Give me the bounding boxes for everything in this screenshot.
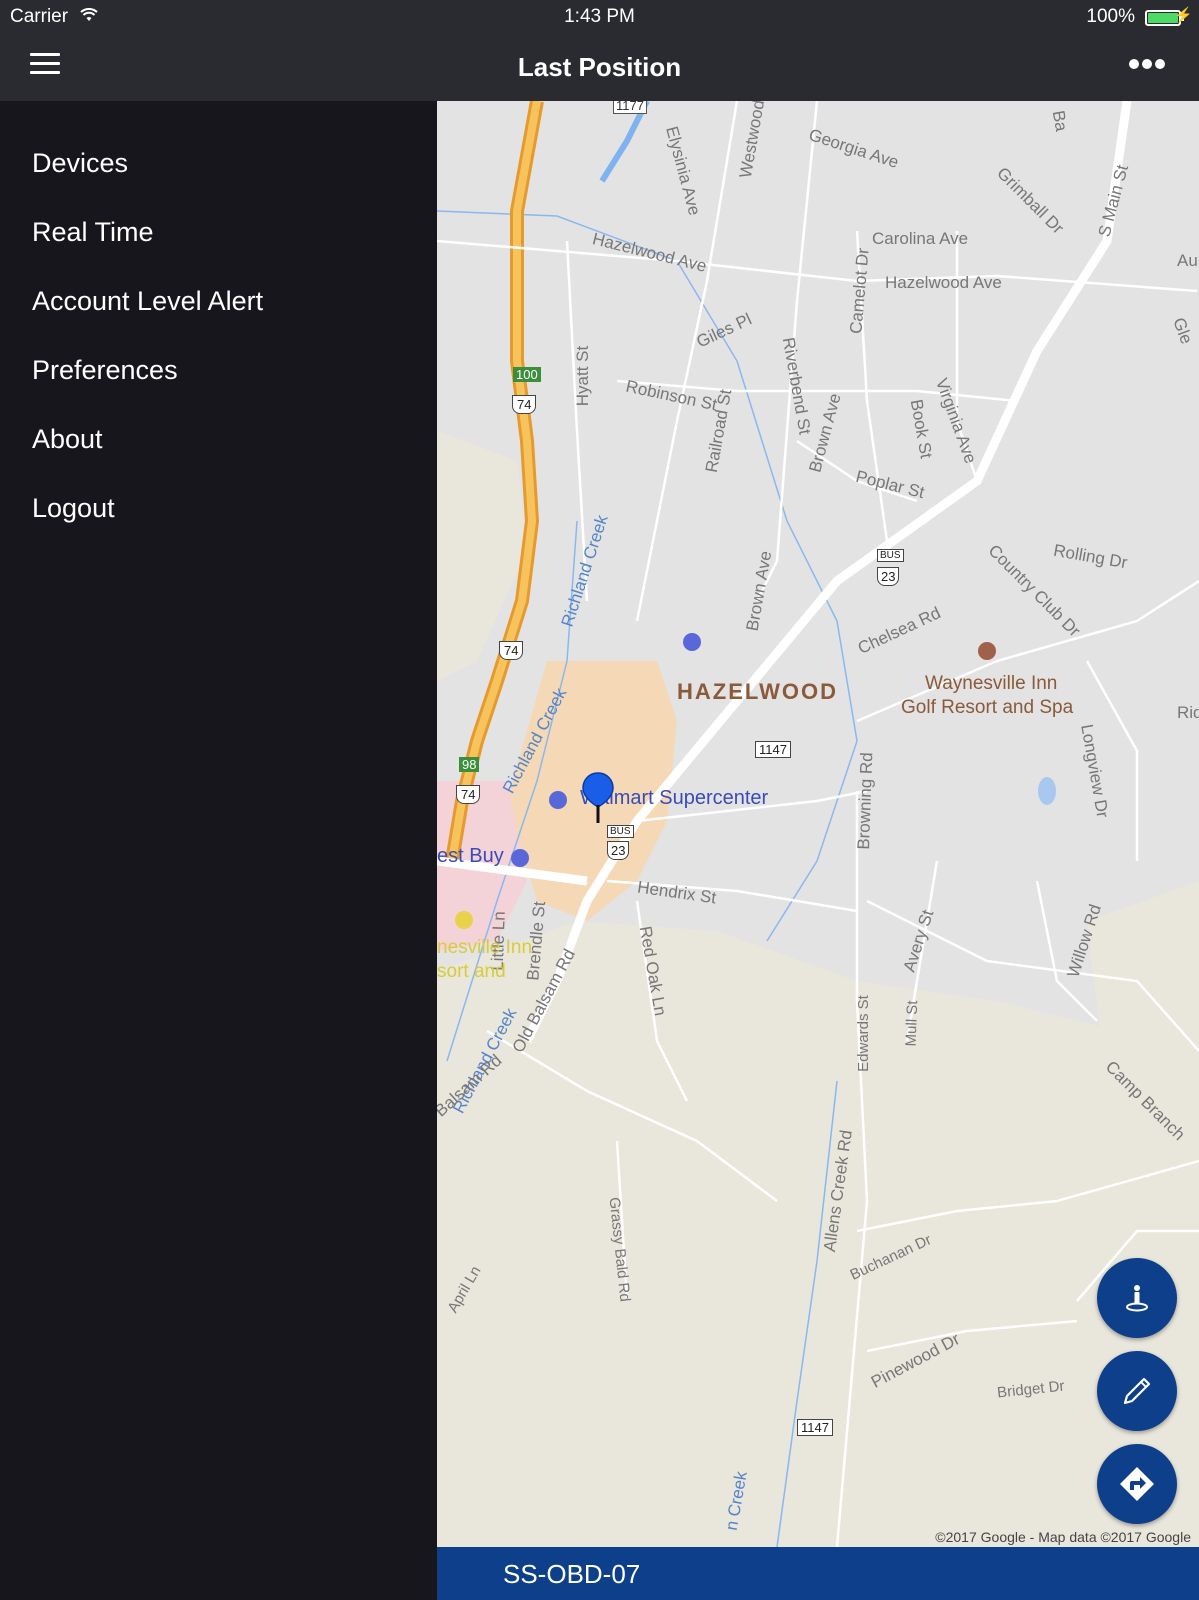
battery-percent: 100% (1086, 6, 1135, 27)
location-pin-icon[interactable] (581, 771, 615, 825)
drawer-menu: Devices Real Time Account Level Alert Pr… (0, 131, 437, 545)
inn-name-line1[interactable]: Waynesville Inn (925, 673, 1057, 695)
route-shield: 74 (512, 395, 537, 414)
resort-name-line2: sort and (437, 961, 506, 982)
street-view-button[interactable] (1097, 1258, 1177, 1338)
charging-icon: ⚡ (1174, 7, 1193, 24)
route-shield: 74 (456, 785, 481, 804)
street-label: Mull St (902, 1000, 922, 1047)
hotel-icon[interactable] (978, 642, 996, 660)
page-title: Last Position (517, 52, 682, 82)
place-hazelwood: HAZELWOOD (677, 679, 838, 704)
shopping-cart-icon[interactable] (683, 633, 701, 651)
street-label: Hyatt St (573, 345, 593, 407)
drawer-item-logout[interactable]: Logout (0, 476, 437, 545)
route-shield: BUS (607, 825, 634, 838)
street-label: Rid (1177, 703, 1199, 722)
map-view[interactable]: Georgia Ave Carolina Ave Hazelwood Ave H… (437, 101, 1199, 1547)
pencil-icon (1123, 1377, 1151, 1405)
street-label: Browning Rd (853, 752, 877, 850)
route-shield: 23 (607, 841, 630, 860)
route-shield: 74 (499, 641, 524, 660)
street-label: Ba (1048, 109, 1072, 133)
edit-button[interactable] (1097, 1351, 1177, 1431)
device-bar[interactable]: SS-OBD-07 (437, 1547, 1199, 1600)
drawer-item-real-time[interactable]: Real Time (0, 200, 437, 269)
device-name: SS-OBD-07 (503, 1559, 641, 1589)
shopping-bag-icon[interactable] (549, 791, 567, 809)
route-shield: BUS (877, 549, 904, 562)
route-shield: 1147 (755, 741, 791, 758)
route-shield: 1147 (797, 1419, 833, 1436)
street-label: Edwards St (854, 995, 872, 1072)
route-shield: 1177 (613, 101, 647, 114)
drawer-item-about[interactable]: About (0, 407, 437, 476)
status-bar: Carrier 1:43 PM 100% ⚡ (0, 0, 1199, 34)
street-label: Au (1177, 251, 1198, 270)
person-pin-icon (1126, 1285, 1148, 1312)
route-shield: 98 (459, 757, 480, 772)
drawer-item-account-level-alert[interactable]: Account Level Alert (0, 269, 437, 338)
lodging-icon[interactable] (455, 911, 473, 929)
map-graphics (437, 101, 1199, 1547)
resort-name-line1: nesville Inn (437, 937, 533, 958)
directions-button[interactable] (1097, 1444, 1177, 1524)
map-copyright: ©2017 Google - Map data ©2017 Google (935, 1529, 1191, 1545)
route-shield: 23 (877, 567, 900, 586)
directions-icon (1120, 1467, 1154, 1501)
side-drawer: Devices Real Time Account Level Alert Pr… (0, 101, 437, 1600)
street-label: Hazelwood Ave (885, 273, 1002, 292)
poi-best-buy[interactable]: est Buy (437, 845, 504, 868)
drawer-item-devices[interactable]: Devices (0, 131, 437, 200)
route-shield: 100 (513, 367, 541, 382)
clock: 1:43 PM (564, 6, 635, 27)
inn-name-line2[interactable]: Golf Resort and Spa (901, 697, 1073, 719)
navigation-bar: Last Position (0, 34, 1199, 101)
street-label: Carolina Ave (872, 229, 969, 248)
more-options-icon[interactable] (1129, 56, 1171, 76)
drawer-item-preferences[interactable]: Preferences (0, 338, 437, 407)
shopping-bag-icon[interactable] (511, 849, 529, 867)
